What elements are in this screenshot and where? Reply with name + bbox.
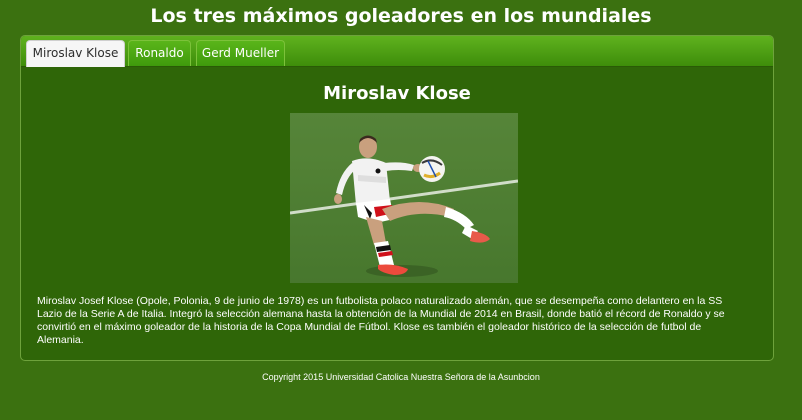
tab-ronaldo[interactable]: Ronaldo (128, 40, 191, 66)
player-photo (290, 113, 518, 283)
footer-copyright: Copyright 2015 Universidad Catolica Nues… (262, 372, 540, 382)
tab-bar: Miroslav Klose Ronaldo Gerd Mueller (21, 36, 773, 67)
player-tabs: Miroslav Klose Ronaldo Gerd Mueller Miro… (20, 35, 774, 361)
player-biography: Miroslav Josef Klose (Opole, Polonia, 9 … (37, 295, 725, 346)
player-name-heading: Miroslav Klose (323, 83, 471, 104)
page-title: Los tres máximos goleadores en los mundi… (150, 5, 652, 27)
tab-miroslav-klose[interactable]: Miroslav Klose (26, 40, 125, 67)
tab-gerd-mueller[interactable]: Gerd Mueller (196, 40, 285, 66)
